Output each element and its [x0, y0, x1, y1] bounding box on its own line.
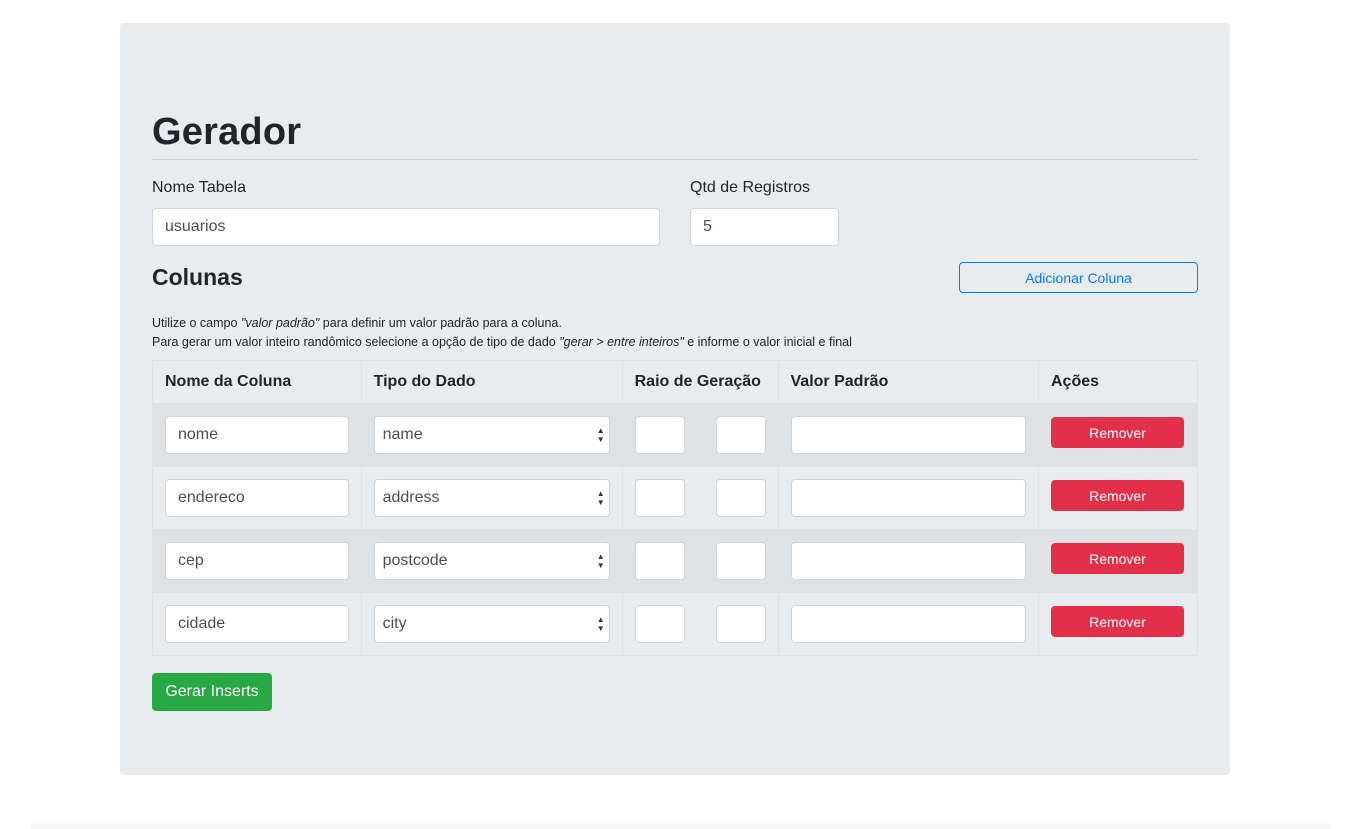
table-row: name▲▼ Remover: [152, 403, 1199, 467]
qty-records-input[interactable]: [690, 208, 839, 246]
table-row: address▲▼ Remover: [152, 466, 1199, 530]
page-title: Gerador: [152, 111, 302, 153]
table-header-row: Nome da Coluna Tipo do Dado Raio de Gera…: [152, 360, 1199, 404]
table-name-label: Nome Tabela: [152, 179, 246, 196]
range-min-input[interactable]: [634, 416, 685, 454]
help-text-default-value: Utilize o campo "valor padrão" para defi…: [152, 316, 562, 330]
footer-divider: [30, 820, 1331, 829]
range-max-input[interactable]: [715, 479, 766, 517]
default-value-input[interactable]: [790, 416, 1026, 454]
remove-button[interactable]: Remover: [1050, 543, 1184, 574]
remove-button[interactable]: Remover: [1050, 480, 1184, 511]
data-type-select[interactable]: city ▲ ▼: [373, 605, 610, 643]
table-name-input[interactable]: [152, 208, 660, 246]
generate-inserts-button[interactable]: Gerar Inserts: [152, 673, 272, 711]
range-min-input[interactable]: [634, 479, 685, 517]
column-name-input[interactable]: [165, 479, 349, 517]
range-min-input[interactable]: [634, 542, 685, 580]
range-min-input[interactable]: [634, 605, 685, 643]
table-row: postcode▲▼ Remover: [152, 529, 1199, 593]
range-max-input[interactable]: [715, 605, 766, 643]
header-data-type: Tipo do Dado: [360, 360, 623, 404]
default-value-input[interactable]: [790, 542, 1026, 580]
data-type-select[interactable]: address ▲ ▼: [373, 479, 610, 517]
data-type-select[interactable]: name ▲ ▼: [373, 416, 610, 454]
header-default-value: Valor Padrão: [777, 360, 1039, 404]
column-name-input[interactable]: [165, 542, 349, 580]
columns-table: Nome da Coluna Tipo do Dado Raio de Gera…: [152, 360, 1199, 656]
remove-button[interactable]: Remover: [1050, 606, 1184, 637]
header-generation-range: Raio de Geração: [621, 360, 779, 404]
default-value-input[interactable]: [790, 479, 1026, 517]
select-arrows-icon: ▲ ▼: [596, 552, 605, 570]
header-column-name: Nome da Coluna: [152, 360, 362, 404]
title-divider: [152, 159, 1198, 160]
select-arrows-icon: ▲ ▼: [596, 426, 605, 444]
column-name-input[interactable]: [165, 416, 349, 454]
range-max-input[interactable]: [715, 416, 766, 454]
data-type-select[interactable]: postcode ▲ ▼: [373, 542, 610, 580]
select-arrows-icon: ▲ ▼: [596, 489, 605, 507]
select-arrows-icon: ▲ ▼: [596, 615, 605, 633]
add-column-button[interactable]: Adicionar Coluna: [959, 262, 1198, 293]
column-name-input[interactable]: [165, 605, 349, 643]
header-actions: Ações: [1037, 360, 1199, 404]
remove-button[interactable]: Remover: [1050, 417, 1184, 448]
qty-records-label: Qtd de Registros: [690, 179, 811, 196]
default-value-input[interactable]: [790, 605, 1026, 643]
range-max-input[interactable]: [715, 542, 766, 580]
help-text-random-int: Para gerar um valor inteiro randômico se…: [152, 335, 852, 349]
table-row: city▲▼ Remover: [152, 592, 1199, 656]
generator-panel: Gerador Nome Tabela Qtd de Registros Col…: [120, 23, 1230, 775]
columns-title: Colunas: [152, 264, 243, 290]
